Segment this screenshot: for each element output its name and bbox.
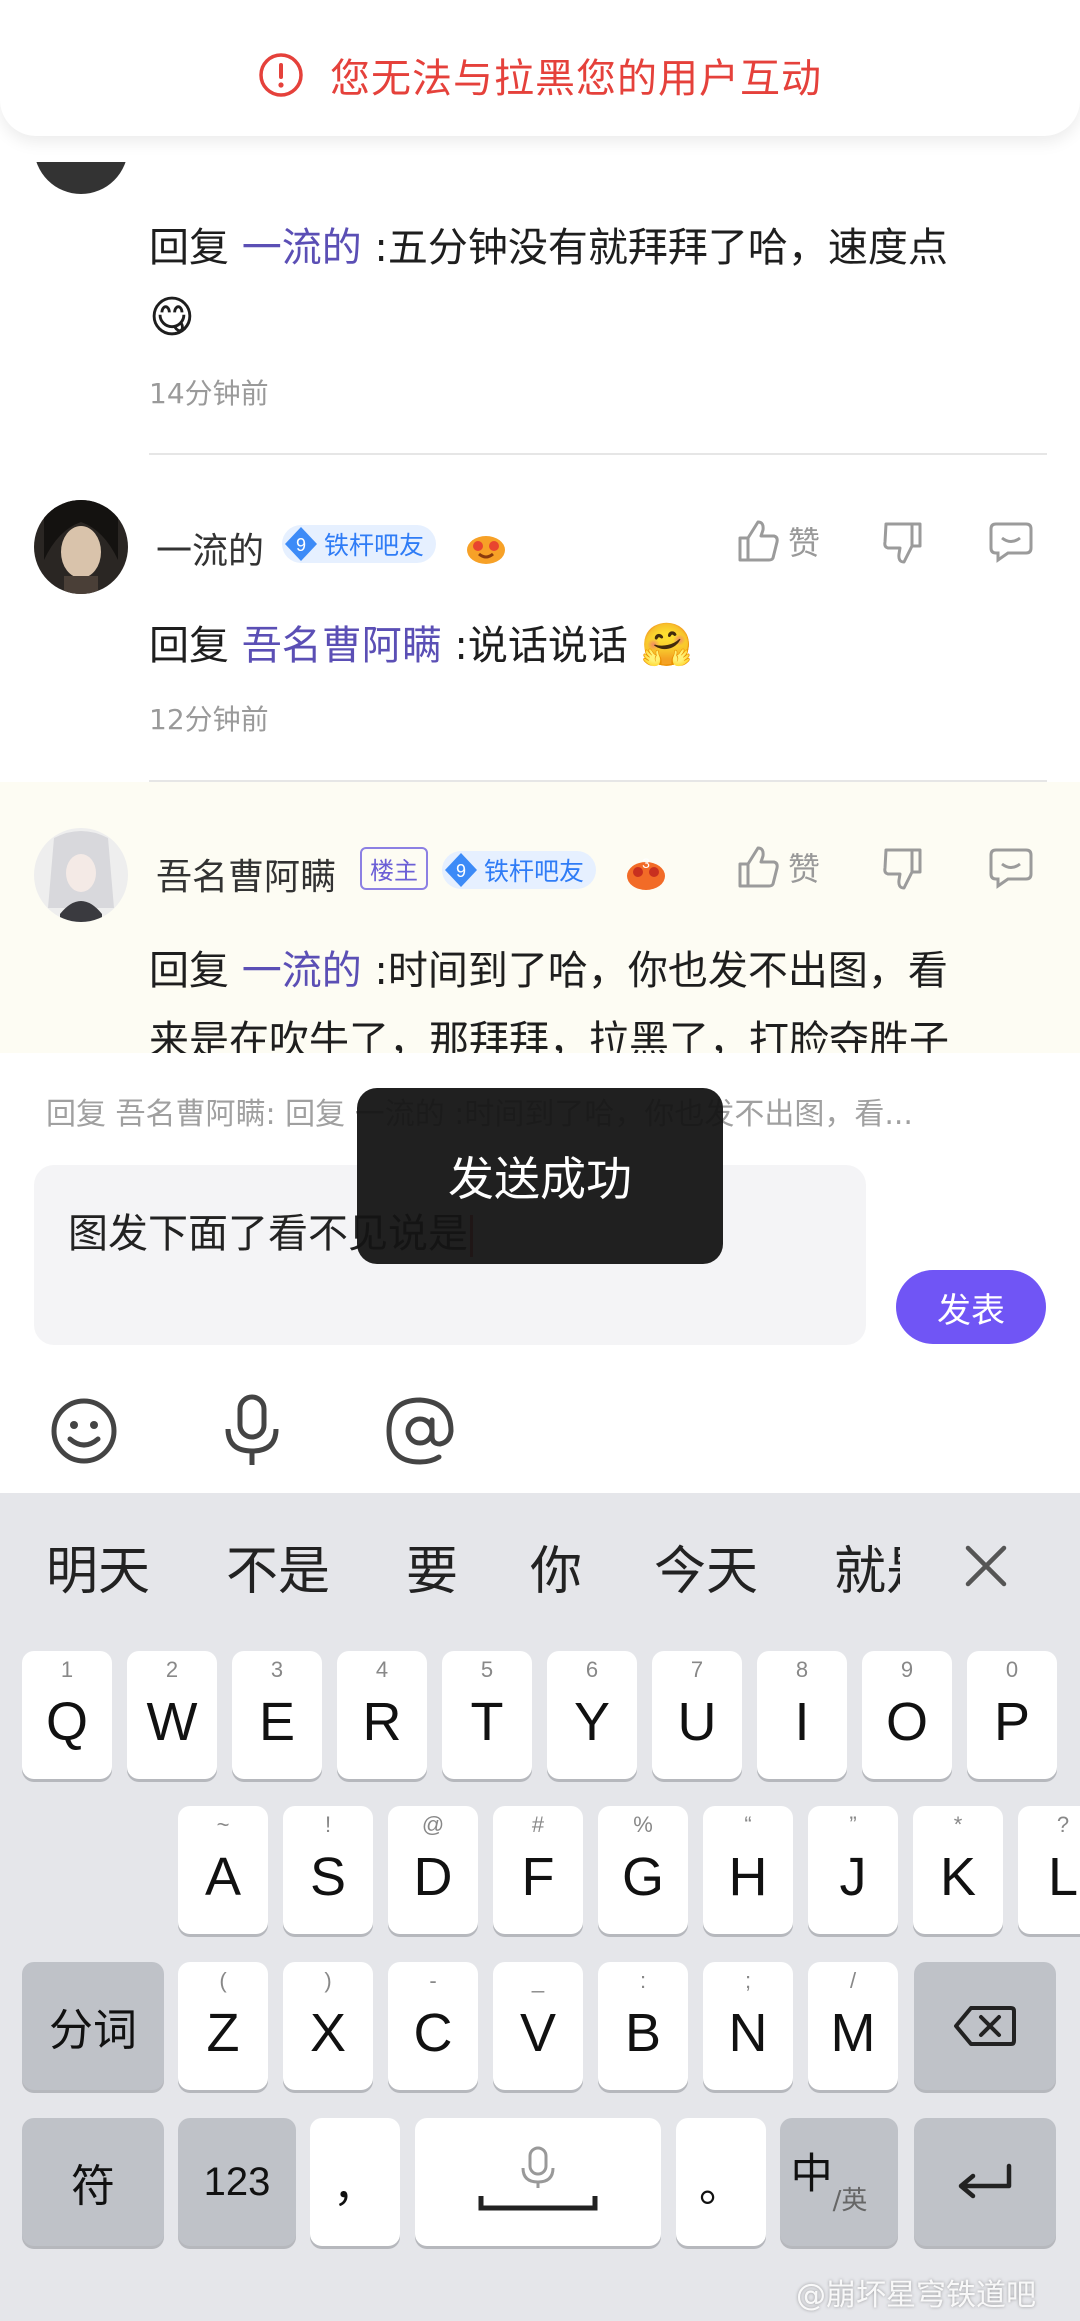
backspace-key[interactable] xyxy=(914,1962,1056,2090)
comment-text: 回复 一流的 :时间到了哈，你也发不出图，看 来是在吹牛了，那拜拜，拉黑了，打脸… xyxy=(149,948,949,1053)
key-q[interactable]: 1Q xyxy=(22,1651,112,1779)
candidate-word[interactable]: 不是 xyxy=(226,1529,330,1604)
watermark: @崩坏星穹铁道吧 xyxy=(796,2278,1036,2313)
soft-keyboard: 明天 不是 要 你 今天 就是 1Q2W3E4R5T6Y7U8I9O0P ~A!… xyxy=(0,1493,1080,2321)
key-u[interactable]: 7U xyxy=(652,1651,742,1779)
level-diamond-icon: 9 xyxy=(442,851,480,889)
smiley-icon xyxy=(51,1398,117,1464)
key-o[interactable]: 9O xyxy=(862,1651,952,1779)
key-x[interactable]: ) X xyxy=(283,1962,373,2090)
key-y[interactable]: 6Y xyxy=(547,1651,637,1779)
level-badge: 9 铁杆吧友 xyxy=(442,851,597,889)
close-candidates-icon[interactable] xyxy=(958,1538,1014,1594)
return-arrow-icon xyxy=(958,2163,1012,2199)
reply-button[interactable] xyxy=(988,520,1034,564)
key-m[interactable]: / M xyxy=(808,1962,898,2090)
fire-icon: 3 xyxy=(627,855,665,890)
number-key[interactable]: 123 xyxy=(178,2118,296,2246)
avatar[interactable] xyxy=(34,500,128,594)
dislike-button[interactable] xyxy=(880,846,926,892)
backspace-icon xyxy=(954,2006,1016,2046)
candidate-bar: 明天 不是 要 你 今天 就是 xyxy=(0,1493,1080,1643)
key-k[interactable]: * K xyxy=(913,1806,1003,1934)
key-i[interactable]: 8I xyxy=(757,1651,847,1779)
comment-feed[interactable]: 回复 一流的 :五分钟没有就拜拜了哈，速度点 😋 14分钟前 一流的 9 铁杆吧… xyxy=(0,0,1080,1053)
emoji: 🤗 xyxy=(640,620,693,669)
key-n[interactable]: ; N xyxy=(703,1962,793,2090)
space-mic-icon xyxy=(478,2146,598,2211)
svg-text:3: 3 xyxy=(642,855,650,871)
send-success-toast: 发送成功 xyxy=(357,1088,723,1264)
svg-text:9: 9 xyxy=(456,861,466,881)
comment-text: 回复 一流的 :五分钟没有就拜拜了哈，速度点 😋 xyxy=(149,225,948,343)
svg-text:9: 9 xyxy=(296,535,306,555)
key-v[interactable]: _ V xyxy=(493,1962,583,2090)
comment-time: 12分钟前 xyxy=(149,703,269,736)
language-switch-key[interactable]: 中 /英 xyxy=(780,2118,898,2246)
block-alert-banner: 您无法与拉黑您的用户互动 xyxy=(0,0,1080,136)
candidate-word[interactable]: 明天 xyxy=(46,1529,150,1604)
candidate-word[interactable]: 就是 xyxy=(834,1529,900,1604)
mention-button[interactable] xyxy=(380,1391,460,1471)
key-j[interactable]: ” J xyxy=(808,1806,898,1934)
level-badge: 9 铁杆吧友 xyxy=(282,525,437,563)
alert-text: 您无法与拉黑您的用户互动 xyxy=(330,56,822,102)
like-button[interactable]: 赞 xyxy=(736,518,820,564)
mention-link[interactable]: 一流的 xyxy=(242,948,362,994)
key-s[interactable]: ! S xyxy=(283,1806,373,1934)
key-h[interactable]: “H xyxy=(703,1806,793,1934)
host-badge: 楼主 xyxy=(360,847,428,890)
at-sign-icon xyxy=(386,1397,454,1465)
send-button[interactable]: 发表 xyxy=(896,1270,1046,1344)
fire-icon xyxy=(467,536,505,564)
key-e[interactable]: 3E xyxy=(232,1651,322,1779)
avatar[interactable] xyxy=(34,828,128,922)
like-button[interactable]: 赞 xyxy=(736,844,820,890)
emoji-button[interactable] xyxy=(44,1391,124,1471)
mention-link[interactable]: 一流的 xyxy=(242,225,362,271)
key-t[interactable]: 5T xyxy=(442,1651,532,1779)
reply-button[interactable] xyxy=(988,846,1034,890)
comment-time: 14分钟前 xyxy=(149,377,269,410)
period-key[interactable]: 。 xyxy=(676,2118,766,2246)
emoji: 😋 xyxy=(149,292,195,343)
comment-text: 回复 吾名曹阿瞒 :说话说话 🤗 xyxy=(149,620,693,669)
key-a[interactable]: ~ A xyxy=(178,1806,268,1934)
comment-bubble-icon xyxy=(989,522,1033,563)
key-l[interactable]: ? L xyxy=(1018,1806,1080,1934)
candidate-word[interactable]: 你 xyxy=(530,1529,582,1604)
key-r[interactable]: 4R xyxy=(337,1651,427,1779)
key-d[interactable]: @ D xyxy=(388,1806,478,1934)
divider xyxy=(149,453,1047,455)
exclamation-circle-icon xyxy=(259,53,303,97)
username[interactable]: 一流的 xyxy=(156,522,264,574)
key-b[interactable]: :B xyxy=(598,1962,688,2090)
key-w[interactable]: 2W xyxy=(127,1651,217,1779)
space-key[interactable] xyxy=(415,2118,661,2246)
thumbs-down-icon xyxy=(883,522,922,564)
key-g[interactable]: % G xyxy=(598,1806,688,1934)
comment-bubble-icon xyxy=(989,848,1033,889)
thumbs-up-icon xyxy=(738,846,779,888)
enter-key[interactable] xyxy=(914,2118,1056,2246)
candidate-word[interactable]: 要 xyxy=(406,1529,458,1604)
key-z[interactable]: (Z xyxy=(178,1962,268,2090)
segment-key[interactable]: 分词 xyxy=(22,1962,164,2090)
comma-key[interactable]: ， xyxy=(310,2118,400,2246)
candidate-word[interactable]: 今天 xyxy=(654,1529,758,1604)
thumbs-up-icon xyxy=(738,520,779,562)
key-p[interactable]: 0P xyxy=(967,1651,1057,1779)
voice-button[interactable] xyxy=(212,1391,292,1471)
microphone-icon xyxy=(225,1394,279,1465)
symbol-key[interactable]: 符 xyxy=(22,2118,164,2246)
username[interactable]: 吾名曹阿瞒 xyxy=(156,848,336,900)
mention-link[interactable]: 吾名曹阿瞒 xyxy=(242,623,442,669)
thumbs-down-icon xyxy=(883,848,922,890)
key-c[interactable]: -C xyxy=(388,1962,478,2090)
key-f[interactable]: # F xyxy=(493,1806,583,1934)
level-diamond-icon: 9 xyxy=(282,525,320,563)
dislike-button[interactable] xyxy=(880,520,926,566)
